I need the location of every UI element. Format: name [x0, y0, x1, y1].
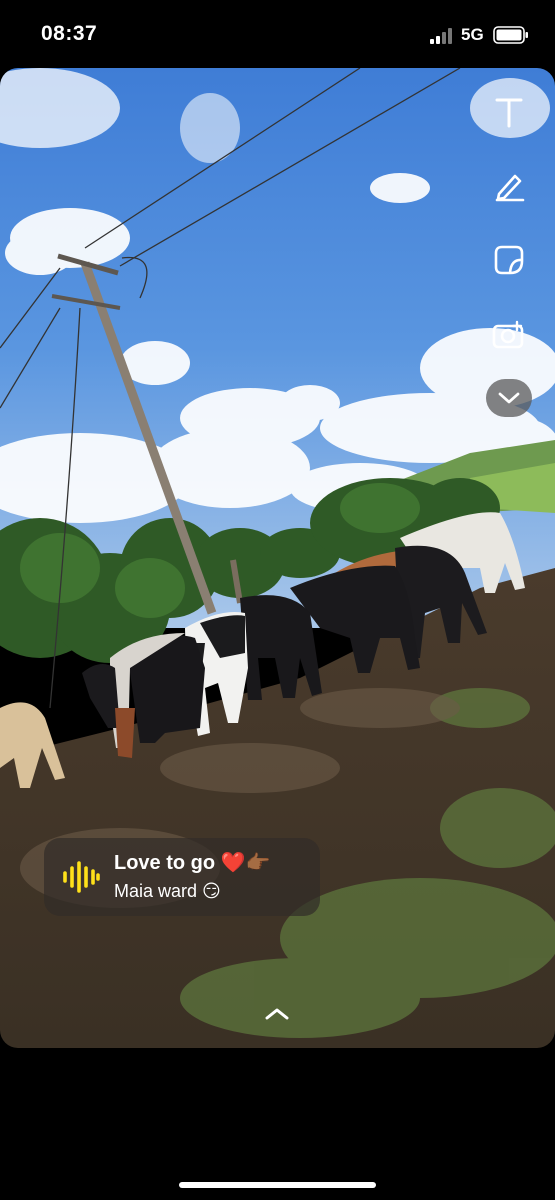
caption-title: Love to go ❤️👉🏾 — [114, 852, 271, 874]
chevron-down-icon — [498, 392, 520, 404]
home-indicator[interactable] — [179, 1182, 376, 1188]
draw-tool[interactable] — [489, 166, 529, 206]
music-caption[interactable]: Love to go ❤️👉🏾 Maia ward 😏 — [44, 838, 320, 916]
camera-icon — [492, 320, 524, 349]
more-tool[interactable] — [486, 379, 532, 417]
status-bar: 08:37 5G — [0, 0, 555, 68]
chevron-up-icon[interactable] — [262, 1004, 292, 1022]
camera-tool[interactable] — [489, 315, 529, 355]
battery-icon — [493, 26, 528, 44]
sticker-icon — [494, 245, 524, 275]
pencil-icon — [495, 174, 525, 202]
network-type: 5G — [461, 25, 484, 44]
signal-icon — [430, 28, 452, 44]
caption-subtitle: Maia ward 😏 — [114, 881, 221, 901]
sticker-tool[interactable] — [489, 240, 529, 280]
text-tool[interactable] — [489, 92, 529, 132]
status-time: 08:37 — [41, 22, 98, 45]
text-icon — [495, 98, 523, 128]
audio-waveform-icon — [63, 861, 100, 893]
